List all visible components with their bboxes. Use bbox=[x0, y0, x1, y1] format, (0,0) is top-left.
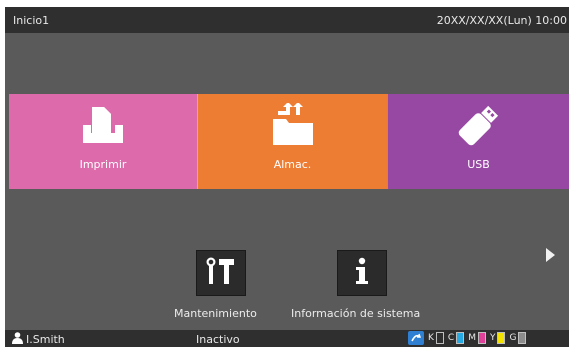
user-icon bbox=[12, 332, 23, 347]
store-tile-label: Almac. bbox=[273, 158, 312, 171]
user-name: I.Smith bbox=[26, 333, 65, 346]
maintenance-button[interactable] bbox=[196, 250, 246, 296]
ink-k-level bbox=[435, 332, 444, 344]
ink-m: M bbox=[468, 332, 486, 344]
ink-m-level bbox=[477, 332, 486, 344]
user-indicator[interactable]: I.Smith bbox=[12, 332, 65, 347]
system-info-button[interactable] bbox=[337, 250, 387, 296]
ink-y: Y bbox=[490, 332, 506, 344]
print-tile[interactable]: Imprimir bbox=[9, 94, 197, 189]
store-tile[interactable]: Almac. bbox=[197, 94, 387, 189]
maintenance-label: Mantenimiento bbox=[174, 307, 257, 320]
ink-g-level bbox=[518, 332, 527, 344]
usb-tile-label: USB bbox=[467, 158, 490, 171]
network-icon bbox=[408, 331, 424, 345]
info-icon bbox=[352, 256, 372, 290]
status-text: Inactivo bbox=[196, 333, 240, 346]
print-tray-icon bbox=[80, 103, 126, 149]
usb-tile[interactable]: USB bbox=[387, 94, 569, 189]
screen-frame: Inicio1 20XX/XX/XX(Lun) 10:00 Imprimir A… bbox=[5, 7, 569, 347]
top-bar: Inicio1 20XX/XX/XX(Lun) 10:00 bbox=[5, 7, 569, 33]
usb-drive-icon bbox=[456, 103, 502, 151]
system-info-label: Información de sistema bbox=[291, 307, 421, 320]
print-tile-label: Imprimir bbox=[79, 158, 127, 171]
mode-tiles: Imprimir Almac. USB bbox=[9, 94, 569, 189]
next-page-arrow-icon[interactable] bbox=[546, 248, 555, 262]
ink-c-level bbox=[456, 332, 465, 344]
ink-g: G bbox=[509, 332, 527, 344]
folder-store-icon bbox=[270, 102, 316, 151]
tools-icon bbox=[205, 256, 237, 290]
ink-levels: K C M Y G bbox=[408, 331, 527, 345]
ink-k: K bbox=[428, 332, 444, 344]
datetime: 20XX/XX/XX(Lun) 10:00 bbox=[436, 13, 567, 27]
ink-c: C bbox=[448, 332, 465, 344]
screen-title: Inicio1 bbox=[13, 13, 50, 27]
bottom-bar: I.Smith Inactivo K C M Y G bbox=[5, 330, 569, 347]
ink-y-level bbox=[497, 332, 506, 344]
